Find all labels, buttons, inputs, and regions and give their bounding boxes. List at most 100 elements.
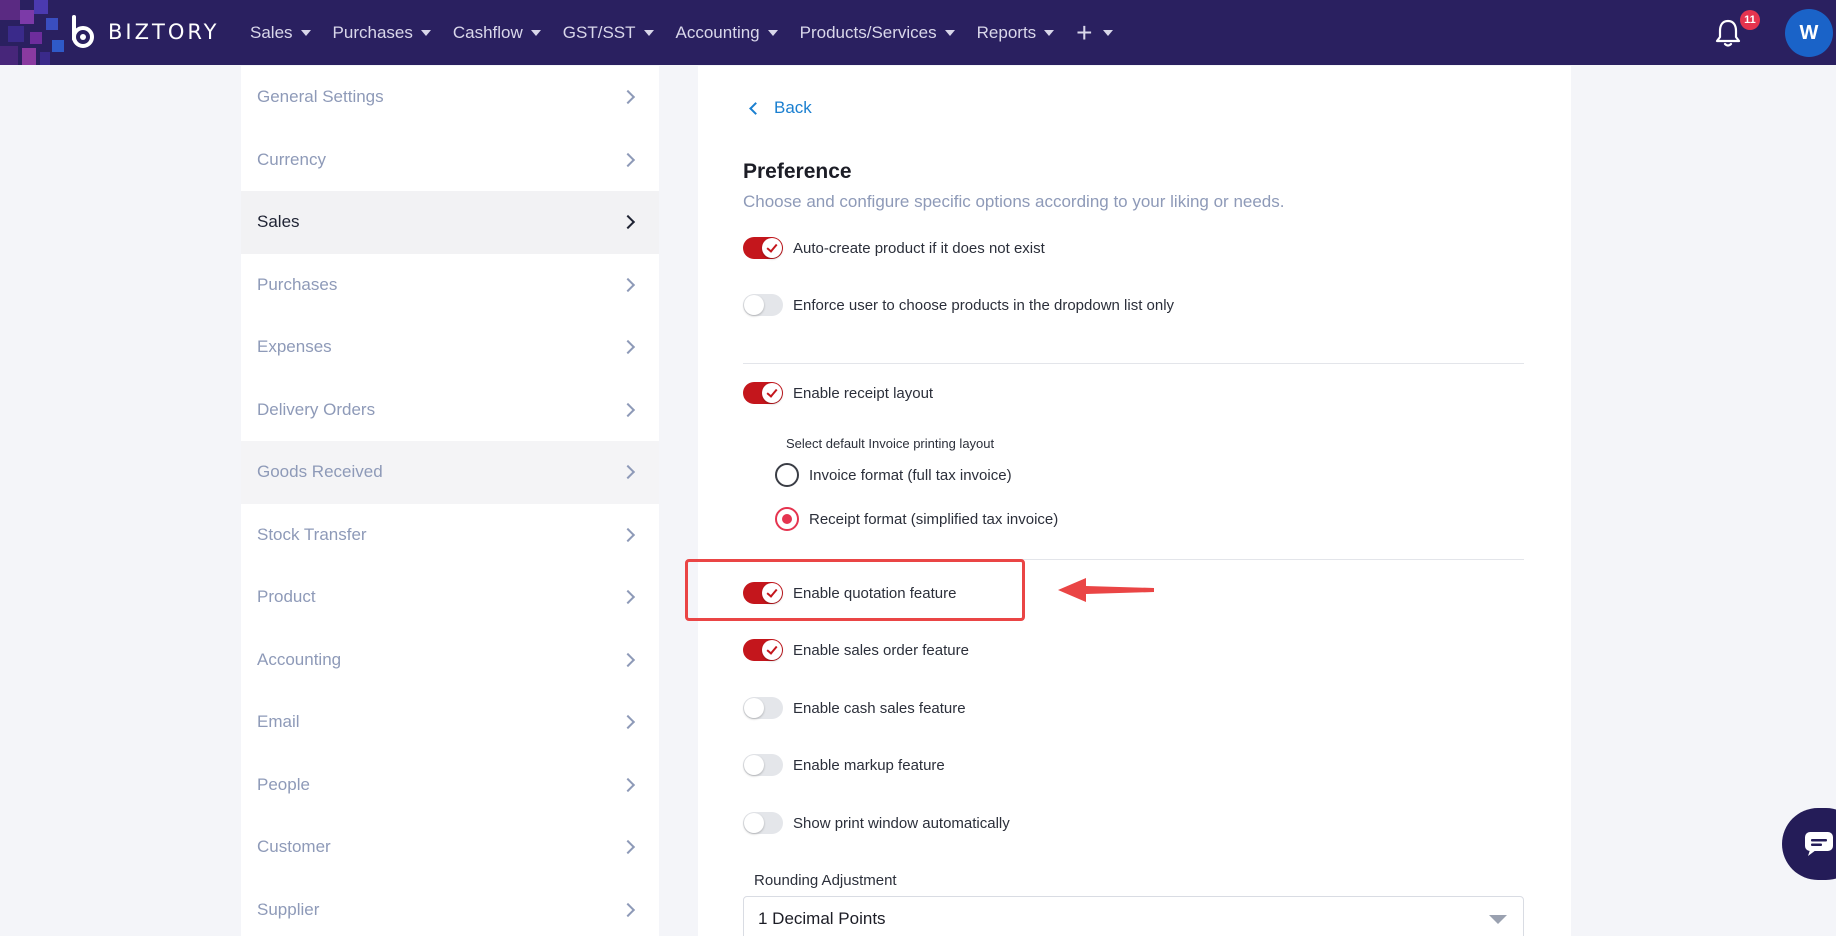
receipt-layout-toggle[interactable] xyxy=(743,382,783,404)
chat-icon xyxy=(1805,832,1833,856)
bell-icon xyxy=(1715,19,1741,47)
nav-reports-label: Reports xyxy=(976,22,1037,42)
chevron-right-icon xyxy=(620,902,636,917)
quotation-toggle[interactable] xyxy=(743,582,783,604)
sidebar-item-general-settings[interactable]: General Settings xyxy=(241,66,659,129)
nav-purchases-label: Purchases xyxy=(332,22,413,42)
cash-sales-label: Enable cash sales feature xyxy=(793,699,966,717)
nav-reports[interactable]: Reports xyxy=(977,23,1055,43)
radio-button[interactable] xyxy=(775,463,799,487)
main-nav: Sales Purchases Cashflow GST/SST Account… xyxy=(250,0,1113,65)
nav-accounting-label: Accounting xyxy=(675,22,760,42)
sidebar-item-label: People xyxy=(257,774,310,794)
sidebar-item-customer[interactable]: Customer xyxy=(241,816,659,879)
markup-label: Enable markup feature xyxy=(793,756,945,774)
setting-receipt-layout: Enable receipt layout xyxy=(743,382,933,404)
divider xyxy=(743,363,1524,364)
nav-purchases[interactable]: Purchases xyxy=(333,23,431,43)
sidebar-item-label: Expenses xyxy=(257,337,332,357)
chevron-right-icon xyxy=(620,340,636,355)
notifications-button[interactable] xyxy=(1714,18,1742,48)
cash-sales-toggle[interactable] xyxy=(743,697,783,719)
print-window-toggle[interactable] xyxy=(743,812,783,834)
annotation-arrow-icon xyxy=(1058,578,1154,602)
chat-support-button[interactable] xyxy=(1782,808,1836,880)
top-navbar: BIZTORY Sales Purchases Cashflow GST/SST… xyxy=(0,0,1836,65)
print-window-label: Show print window automatically xyxy=(793,814,1010,832)
nav-gst-sst-label: GST/SST xyxy=(562,22,636,42)
sidebar-item-purchases[interactable]: Purchases xyxy=(241,254,659,317)
enforce-dropdown-toggle[interactable] xyxy=(743,294,783,316)
receipt-layout-label: Enable receipt layout xyxy=(793,384,934,402)
chevron-right-icon xyxy=(620,90,636,105)
chevron-right-icon xyxy=(620,277,636,292)
sidebar-item-expenses[interactable]: Expenses xyxy=(241,316,659,379)
chevron-right-icon xyxy=(620,465,636,480)
setting-print-window: Show print window automatically xyxy=(743,812,1010,834)
sidebar-item-label: Delivery Orders xyxy=(257,399,376,419)
user-avatar[interactable]: W xyxy=(1785,9,1833,57)
chevron-right-icon xyxy=(620,527,636,542)
sidebar-item-product[interactable]: Product xyxy=(241,566,659,629)
nav-sales[interactable]: Sales xyxy=(250,23,311,43)
sidebar-item-accounting[interactable]: Accounting xyxy=(241,629,659,692)
auto-create-product-toggle[interactable] xyxy=(743,237,783,259)
radio-receipt-format[interactable]: Receipt format (simplified tax invoice) xyxy=(775,507,1058,531)
biztory-logo[interactable]: BIZTORY xyxy=(66,14,219,50)
auto-create-product-label: Auto-create product if it does not exist xyxy=(793,239,1045,257)
printing-layout-label: Select default Invoice printing layout xyxy=(786,436,995,451)
nav-sales-label: Sales xyxy=(250,22,293,42)
sidebar-item-label: Accounting xyxy=(257,649,342,669)
nav-accounting[interactable]: Accounting xyxy=(676,23,778,43)
sidebar-item-people[interactable]: People xyxy=(241,754,659,817)
sidebar-item-label: Sales xyxy=(257,212,300,232)
radio-invoice-format[interactable]: Invoice format (full tax invoice) xyxy=(775,463,1012,487)
sidebar-item-label: Product xyxy=(257,587,316,607)
toggle-knob xyxy=(744,698,764,718)
brand-name: BIZTORY xyxy=(108,20,220,44)
chevron-down-icon xyxy=(530,29,541,36)
chevron-right-icon xyxy=(620,402,636,417)
sidebar-item-label: Email xyxy=(257,712,300,732)
plus-icon: + xyxy=(1076,16,1093,48)
nav-products-services[interactable]: Products/Services xyxy=(800,23,955,43)
chevron-down-icon xyxy=(1489,915,1507,924)
toggle-knob xyxy=(744,295,764,315)
sidebar-item-sales[interactable]: Sales xyxy=(241,191,659,254)
chevron-right-icon xyxy=(620,590,636,605)
back-label: Back xyxy=(774,98,812,117)
nav-cashflow[interactable]: Cashflow xyxy=(453,23,541,43)
sidebar-item-label: Customer xyxy=(257,837,331,857)
nav-products-services-label: Products/Services xyxy=(799,22,937,42)
quotation-label: Enable quotation feature xyxy=(793,584,957,602)
chevron-down-icon xyxy=(944,29,955,36)
toggle-knob xyxy=(744,813,764,833)
sidebar-item-delivery-orders[interactable]: Delivery Orders xyxy=(241,379,659,442)
radio-button-selected[interactable] xyxy=(775,507,799,531)
nav-gst-sst[interactable]: GST/SST xyxy=(563,23,654,43)
rounding-adjustment-select[interactable]: 1 Decimal Points xyxy=(743,896,1524,936)
chevron-down-icon xyxy=(1102,29,1113,36)
notification-count-badge: 11 xyxy=(1740,10,1760,30)
sidebar-item-currency[interactable]: Currency xyxy=(241,129,659,192)
chevron-down-icon xyxy=(767,29,778,36)
sidebar-item-supplier[interactable]: Supplier xyxy=(241,879,659,936)
setting-enforce-dropdown: Enforce user to choose products in the d… xyxy=(743,294,1174,316)
sidebar-item-email[interactable]: Email xyxy=(241,691,659,754)
radio-invoice-format-label: Invoice format (full tax invoice) xyxy=(809,466,1012,484)
chevron-down-icon xyxy=(420,29,431,36)
quick-add-button[interactable]: + xyxy=(1076,16,1113,48)
sidebar-item-label: Currency xyxy=(257,149,326,169)
settings-sidebar: General Settings Currency Sales Purchase… xyxy=(241,66,659,936)
check-icon xyxy=(762,383,782,403)
sales-order-toggle[interactable] xyxy=(743,639,783,661)
setting-cash-sales: Enable cash sales feature xyxy=(743,697,966,719)
setting-quotation: Enable quotation feature xyxy=(743,582,956,604)
back-link[interactable]: Back xyxy=(749,98,812,118)
sidebar-item-stock-transfer[interactable]: Stock Transfer xyxy=(241,504,659,567)
chevron-down-icon xyxy=(300,29,311,36)
markup-toggle[interactable] xyxy=(743,754,783,776)
sidebar-item-goods-received[interactable]: Goods Received xyxy=(241,441,659,504)
sidebar-item-label: Supplier xyxy=(257,899,320,919)
setting-sales-order: Enable sales order feature xyxy=(743,639,969,661)
